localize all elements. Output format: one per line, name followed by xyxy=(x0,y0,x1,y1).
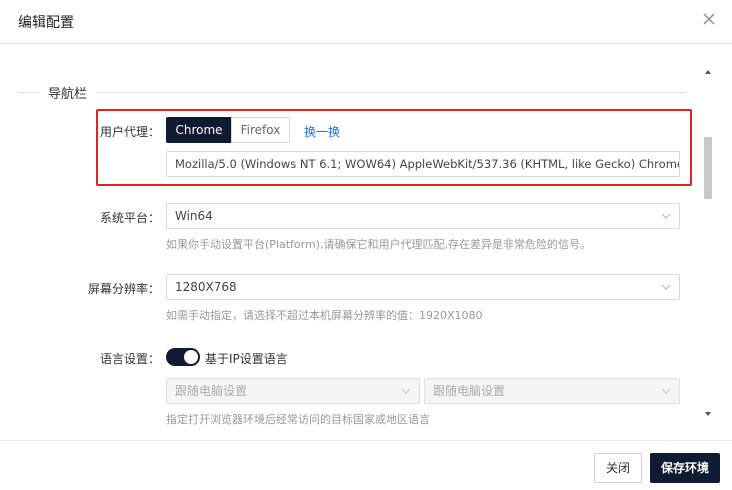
section-title: 导航栏 xyxy=(48,87,88,102)
dialog-title: 编辑配置 xyxy=(18,15,74,31)
chevron-down-icon xyxy=(661,284,671,290)
scroll-down-arrow-icon[interactable] xyxy=(702,409,714,419)
user-agent-input[interactable]: Mozilla/5.0 (Windows NT 6.1; WOW64) Appl… xyxy=(166,151,680,177)
user-agent-chrome-option[interactable]: Chrome xyxy=(166,117,232,143)
chevron-down-icon xyxy=(661,213,671,219)
save-environment-button[interactable]: 保存环境 xyxy=(650,453,720,483)
chevron-down-icon xyxy=(401,388,411,394)
language-hint: 指定打开浏览器环境后经常访问的目标国家或地区语言 xyxy=(166,413,430,426)
resolution-label: 屏幕分辨率： xyxy=(87,282,160,296)
language-select-1[interactable]: 跟随电脑设置 xyxy=(166,378,420,404)
resolution-select-value: 1280X768 xyxy=(175,280,237,294)
user-agent-label: 用户代理： xyxy=(99,125,160,139)
toggle-knob xyxy=(184,350,198,364)
chevron-down-icon xyxy=(661,388,671,394)
resolution-select[interactable]: 1280X768 xyxy=(166,274,680,300)
dialog-footer: 关闭 保存环境 xyxy=(0,440,732,490)
user-agent-firefox-option[interactable]: Firefox xyxy=(231,117,290,143)
language-ip-toggle[interactable] xyxy=(166,348,200,366)
platform-label: 系统平台： xyxy=(99,211,160,225)
platform-hint: 如果你手动设置平台(Platform),请确保它和用户代理匹配,存在差异是非常危… xyxy=(166,238,591,251)
language-toggle-label: 基于IP设置语言 xyxy=(205,352,288,366)
platform-select-value: Win64 xyxy=(175,209,213,223)
language-select-2[interactable]: 跟随电脑设置 xyxy=(424,378,680,404)
scroll-up-arrow-icon[interactable] xyxy=(702,67,714,77)
language-select-1-value: 跟随电脑设置 xyxy=(175,384,248,398)
language-label: 语言设置： xyxy=(99,352,160,366)
scrollbar-thumb[interactable] xyxy=(704,137,712,199)
dialog-body: 导航栏 用户代理： Chrome Firefox 换一换 Mozilla/5.0… xyxy=(0,45,732,440)
section-divider-right xyxy=(96,92,686,93)
section-divider-left xyxy=(18,92,40,93)
swap-user-agent-link[interactable]: 换一换 xyxy=(304,123,340,140)
scrollbar[interactable] xyxy=(702,67,714,419)
dialog-header: 编辑配置 xyxy=(0,0,732,44)
close-button[interactable]: 关闭 xyxy=(594,453,642,483)
edit-config-dialog: 编辑配置 导航栏 用户代理： Chrome Firefox 换一换 Mozill… xyxy=(0,0,732,490)
platform-select[interactable]: Win64 xyxy=(166,203,680,229)
close-icon[interactable] xyxy=(700,10,718,28)
language-select-2-value: 跟随电脑设置 xyxy=(433,384,506,398)
resolution-hint: 如需手动指定，请选择不超过本机屏幕分辨率的值：1920X1080 xyxy=(166,309,483,322)
